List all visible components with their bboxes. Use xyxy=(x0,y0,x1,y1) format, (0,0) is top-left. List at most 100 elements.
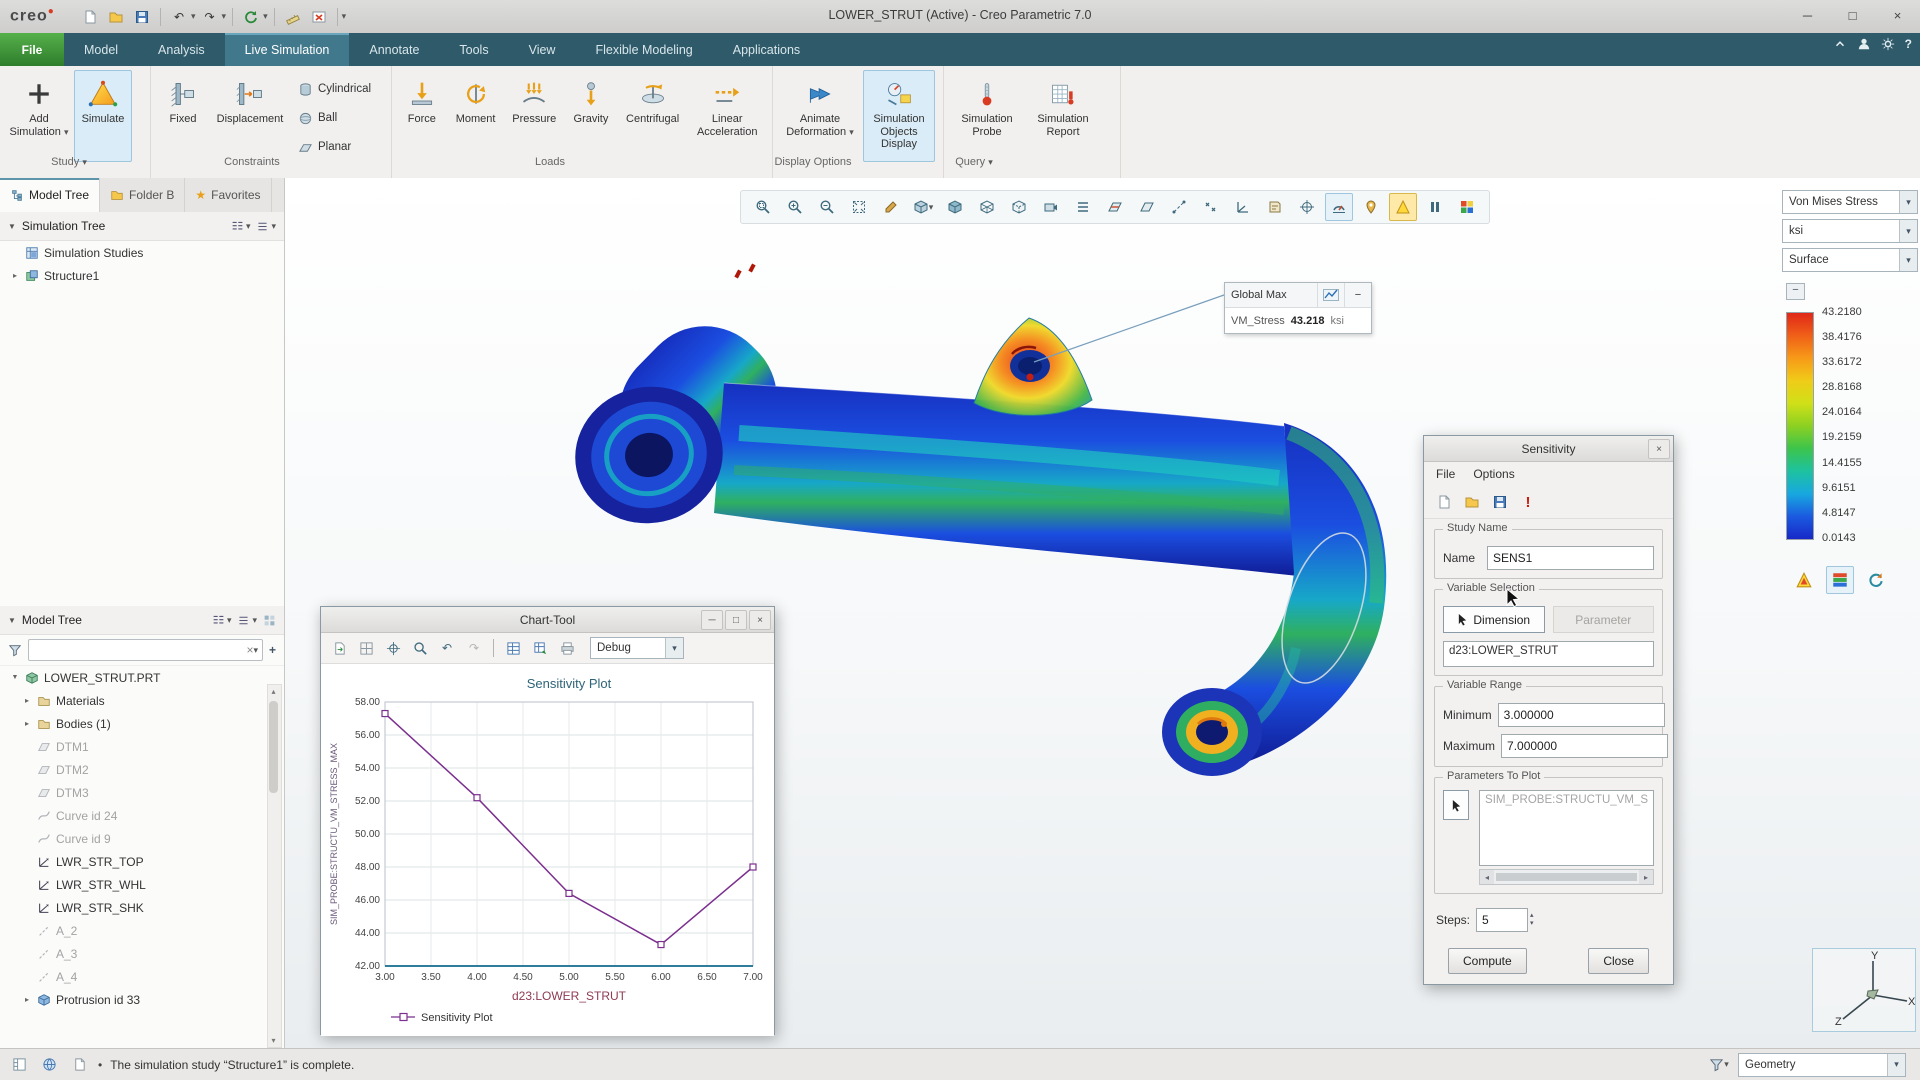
zoom-out-icon[interactable] xyxy=(813,193,841,221)
select-parameter-button[interactable] xyxy=(1443,790,1469,820)
steps-spinner[interactable]: ▴▾ xyxy=(1530,912,1534,928)
sensitivity-dialog[interactable]: Sensitivity × File Options ! Study Name … xyxy=(1423,435,1674,985)
sim-tree-item-structure1[interactable]: ▸ Structure1 xyxy=(0,264,284,287)
add-simulation-button[interactable]: Add Simulation ▾ xyxy=(6,70,72,162)
variable-list[interactable]: d23:LOWER_STRUT xyxy=(1443,641,1654,667)
shaded-view-icon[interactable] xyxy=(941,193,969,221)
open-study-icon[interactable] xyxy=(1460,490,1484,514)
fringe-options-icon[interactable] xyxy=(1790,566,1818,594)
tree-item-csys-whl[interactable]: LWR_STR_WHL xyxy=(0,873,284,896)
tree-item-dtm2[interactable]: DTM2 xyxy=(0,758,284,781)
zoom-chart-icon[interactable] xyxy=(408,636,432,660)
moment-button[interactable]: Moment xyxy=(448,70,504,162)
legend-quantity-select[interactable]: Von Mises Stress▾ xyxy=(1782,190,1918,214)
wireframe-view-icon[interactable] xyxy=(973,193,1001,221)
tab-model[interactable]: Model xyxy=(64,33,138,66)
new-study-icon[interactable] xyxy=(1432,490,1456,514)
tree-item-protrusion[interactable]: ▸Protrusion id 33 xyxy=(0,988,284,1011)
legend-unit-select[interactable]: ksi▾ xyxy=(1782,219,1918,243)
datum-points-icon[interactable] xyxy=(1197,193,1225,221)
hscroll-thumb[interactable] xyxy=(1496,873,1637,881)
tree-item-dtm1[interactable]: DTM1 xyxy=(0,735,284,758)
close-button[interactable]: Close xyxy=(1588,948,1649,974)
fixed-button[interactable]: Fixed xyxy=(157,70,209,162)
tab-file[interactable]: File xyxy=(0,33,64,66)
tree-columns-icon[interactable]: ▾ xyxy=(231,220,251,233)
tab-model-tree[interactable]: Model Tree xyxy=(0,178,100,212)
centrifugal-button[interactable]: Centrifugal xyxy=(619,70,687,162)
study-name-input[interactable] xyxy=(1487,546,1654,570)
tree-list-icon[interactable]: ▾ xyxy=(237,614,257,627)
collapse-icon[interactable]: ▼ xyxy=(8,616,16,625)
filter-options-icon[interactable]: ▾ xyxy=(253,645,258,656)
filter-funnel-icon[interactable] xyxy=(8,643,22,657)
print-icon[interactable] xyxy=(555,636,579,660)
close-icon[interactable]: × xyxy=(749,610,771,630)
debug-select[interactable]: Debug▾ xyxy=(590,637,684,659)
section-icon[interactable] xyxy=(1101,193,1129,221)
zoom-in-icon[interactable] xyxy=(781,193,809,221)
refresh-results-icon[interactable] xyxy=(1862,566,1890,594)
compute-button[interactable]: Compute xyxy=(1448,948,1527,974)
repaint-icon[interactable] xyxy=(877,193,905,221)
export-graph-icon[interactable] xyxy=(327,636,351,660)
ball-button[interactable]: Ball xyxy=(291,105,378,131)
refit-icon[interactable] xyxy=(845,193,873,221)
menu-options[interactable]: Options xyxy=(1465,465,1522,483)
sensitivity-titlebar[interactable]: Sensitivity × xyxy=(1424,436,1673,462)
minimize-window-icon[interactable]: ─ xyxy=(1785,0,1830,30)
data-table-icon[interactable] xyxy=(501,636,525,660)
close-icon[interactable]: × xyxy=(1648,439,1670,459)
exclamation-icon[interactable]: ! xyxy=(1516,490,1540,514)
tree-columns-icon[interactable]: ▾ xyxy=(212,614,232,627)
datum-axes-icon[interactable] xyxy=(1165,193,1193,221)
tree-item-csys-top[interactable]: LWR_STR_TOP xyxy=(0,850,284,873)
tree-item-materials[interactable]: ▸Materials xyxy=(0,689,284,712)
tree-item-bodies[interactable]: ▸Bodies (1) xyxy=(0,712,284,735)
force-button[interactable]: Force xyxy=(398,70,446,162)
zoom-box-icon[interactable] xyxy=(749,193,777,221)
minimize-ribbon-icon[interactable] xyxy=(1833,37,1847,51)
export-table-icon[interactable] xyxy=(528,636,552,660)
model-tree-scrollbar[interactable]: ▴ ▾ xyxy=(267,684,282,1048)
tree-item-a3[interactable]: A_3 xyxy=(0,942,284,965)
clear-filter-icon[interactable]: × xyxy=(246,643,253,657)
tree-item-part[interactable]: ▼LOWER_STRUT.PRT xyxy=(0,666,284,689)
legend-location-select[interactable]: Surface▾ xyxy=(1782,248,1918,272)
selection-filter-icon[interactable]: ▾ xyxy=(1708,1054,1730,1076)
pause-simulation-icon[interactable] xyxy=(1421,193,1449,221)
steps-input[interactable] xyxy=(1476,908,1528,932)
annotation-display-icon[interactable] xyxy=(1261,193,1289,221)
tab-applications[interactable]: Applications xyxy=(713,33,820,66)
dimension-button[interactable]: Dimension xyxy=(1443,606,1545,633)
scrollbar-thumb[interactable] xyxy=(269,701,278,793)
legend-display-icon[interactable] xyxy=(1826,566,1854,594)
tab-flexible-modeling[interactable]: Flexible Modeling xyxy=(575,33,712,66)
animate-deformation-button[interactable]: Animate Deformation ▾ xyxy=(779,70,861,162)
flag-collapse-icon[interactable]: − xyxy=(1344,283,1371,307)
simulation-report-button[interactable]: Simulation Report xyxy=(1026,70,1100,162)
tab-annotate[interactable]: Annotate xyxy=(349,33,439,66)
tree-item-a4[interactable]: A_4 xyxy=(0,965,284,988)
display-style-icon[interactable]: ▾ xyxy=(909,193,937,221)
chart-tool-titlebar[interactable]: Chart-Tool ─ □ × xyxy=(321,607,774,633)
probes-display-icon[interactable] xyxy=(1357,193,1385,221)
tab-favorites[interactable]: ★ Favorites xyxy=(185,178,271,212)
collapse-icon[interactable]: ▼ xyxy=(8,222,16,231)
global-max-flag[interactable]: Global Max − VM_Stress 43.218 ksi xyxy=(1224,282,1372,334)
user-icon[interactable] xyxy=(1857,37,1871,51)
tab-tools[interactable]: Tools xyxy=(439,33,508,66)
model-tree-filter-input[interactable]: × ▾ xyxy=(28,639,263,661)
simulation-probe-button[interactable]: Simulation Probe xyxy=(950,70,1024,162)
tab-folder-browser[interactable]: Folder B xyxy=(100,178,185,212)
panel-toggle-icon[interactable] xyxy=(8,1054,30,1076)
tree-item-dtm3[interactable]: DTM3 xyxy=(0,781,284,804)
sim-tree-item-studies[interactable]: Simulation Studies xyxy=(0,241,284,264)
linear-acceleration-button[interactable]: Linear Acceleration xyxy=(688,70,766,162)
flag-graph-icon[interactable] xyxy=(1317,283,1344,307)
document-icon[interactable] xyxy=(68,1054,90,1076)
simulation-objects-display-button[interactable]: Simulation Objects Display xyxy=(863,70,935,162)
maximize-icon[interactable]: □ xyxy=(725,610,747,630)
minimize-icon[interactable]: ─ xyxy=(701,610,723,630)
tab-live-simulation[interactable]: Live Simulation xyxy=(225,33,350,66)
